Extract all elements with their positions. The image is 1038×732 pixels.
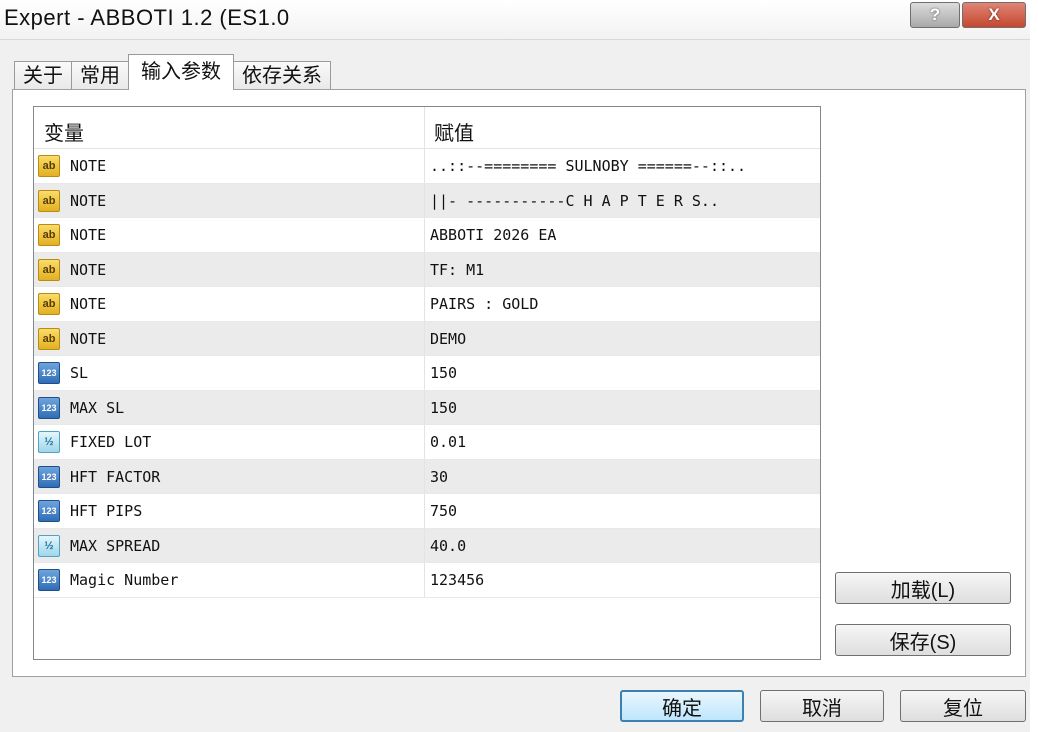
parameter-value[interactable]: 40.0 [430, 537, 816, 555]
column-divider [424, 528, 425, 562]
table-row[interactable]: ab NOTE PAIRS : GOLD [34, 287, 820, 322]
table-header: 变量 赋值 [34, 107, 820, 149]
string-param-icon: ab [38, 155, 60, 177]
window-title: Expert - ABBOTI 1.2 (ES1.0 [4, 5, 290, 30]
tab-common[interactable]: 常用 [71, 61, 129, 90]
parameter-name: Magic Number [70, 571, 179, 589]
table-row[interactable]: 123 SL 150 [34, 356, 820, 391]
column-divider [424, 356, 425, 390]
column-divider [424, 425, 425, 459]
parameter-name: NOTE [70, 295, 107, 313]
parameter-name: NOTE [70, 157, 107, 175]
integer-param-icon: 123 [38, 500, 60, 522]
integer-param-icon: 123 [38, 569, 60, 591]
parameter-name: MAX SPREAD [70, 536, 161, 555]
parameter-value[interactable]: PAIRS : GOLD [430, 295, 816, 313]
integer-param-icon: 123 [38, 465, 60, 488]
table-row[interactable]: 123 MAX SL 150 [34, 390, 820, 425]
parameter-name: HFT FACTOR [70, 467, 161, 486]
table-row[interactable]: ab NOTE ||- -----------C H A P T E R S.. [34, 183, 820, 218]
help-icon: ? [929, 5, 941, 24]
parameter-value[interactable]: 123456 [430, 571, 816, 589]
tab-about[interactable]: 关于 [14, 61, 72, 90]
column-divider[interactable] [424, 107, 425, 149]
table-row[interactable]: ½ MAX SPREAD 40.0 [34, 528, 820, 563]
table-row[interactable]: ½ FIXED LOT 0.01 [34, 425, 820, 460]
integer-param-icon: 123 [38, 396, 60, 419]
parameter-name: FIXED LOT [70, 433, 152, 451]
double-param-icon: ½ [38, 534, 60, 557]
double-param-icon: ½ [38, 431, 60, 453]
reset-button[interactable]: 复位 [900, 690, 1026, 722]
tab-inputs[interactable]: 输入参数 [128, 54, 234, 90]
parameters-table: 变量 赋值 ab NOTE ..::--======== SULNOBY =====… [33, 106, 821, 660]
column-divider [424, 321, 425, 355]
string-param-icon: ab [38, 293, 60, 315]
parameter-name: SL [70, 364, 89, 382]
table-row[interactable]: ab NOTE ABBOTI 2026 EA [34, 218, 820, 253]
parameter-name: HFT PIPS [70, 502, 143, 520]
expert-dialog: 关于 常用 输入参数 依存关系 变量 赋值 ab NOTE ..::--======… [0, 40, 1030, 732]
parameter-value[interactable]: ABBOTI 2026 EA [430, 226, 816, 244]
parameter-value[interactable]: 0.01 [430, 433, 816, 451]
parameter-value[interactable]: 750 [430, 502, 816, 520]
column-header-variable[interactable]: 变量 [44, 117, 84, 146]
column-divider [424, 563, 425, 597]
table-row[interactable]: ab NOTE ..::--======== SULNOBY ======--::.… [34, 149, 820, 184]
window-titlebar: Expert - ABBOTI 1.2 (ES1.0 ? X [0, 0, 1030, 40]
close-button[interactable]: X [962, 2, 1026, 28]
table-row[interactable]: ab NOTE DEMO [34, 321, 820, 356]
column-divider [424, 218, 425, 252]
string-param-icon: ab [38, 258, 60, 281]
load-button[interactable]: 加载(L) [835, 572, 1011, 604]
column-divider [424, 183, 425, 217]
parameter-name: NOTE [70, 260, 107, 279]
parameter-name: NOTE [70, 191, 107, 210]
close-icon: X [988, 5, 1000, 24]
integer-param-icon: 123 [38, 362, 60, 384]
ok-button[interactable]: 确定 [620, 690, 744, 722]
parameter-value[interactable]: ..::--======== SULNOBY ======--::.. [430, 157, 816, 175]
column-divider [424, 149, 425, 183]
table-row[interactable]: 123 Magic Number 123456 [34, 563, 820, 598]
tab-bar: 关于 常用 输入参数 依存关系 [14, 54, 331, 90]
tab-dependencies[interactable]: 依存关系 [233, 61, 331, 90]
string-param-icon: ab [38, 189, 60, 212]
parameter-value[interactable]: TF: M1 [430, 261, 816, 279]
column-header-value[interactable]: 赋值 [434, 117, 474, 146]
column-divider [424, 390, 425, 424]
parameter-value[interactable]: ||- -----------C H A P T E R S.. [430, 192, 816, 210]
parameter-name: NOTE [70, 226, 107, 244]
column-divider [424, 494, 425, 528]
parameter-name: MAX SL [70, 398, 125, 417]
parameter-name: NOTE [70, 329, 107, 348]
help-button[interactable]: ? [910, 2, 960, 28]
column-divider [424, 287, 425, 321]
parameter-value[interactable]: 150 [430, 364, 816, 382]
table-row[interactable]: 123 HFT PIPS 750 [34, 494, 820, 529]
parameter-value[interactable]: 30 [430, 468, 816, 486]
column-divider [424, 252, 425, 286]
column-divider [424, 459, 425, 493]
table-row[interactable]: 123 HFT FACTOR 30 [34, 459, 820, 494]
parameter-value[interactable]: 150 [430, 399, 816, 417]
string-param-icon: ab [38, 224, 60, 246]
inputs-panel: 变量 赋值 ab NOTE ..::--======== SULNOBY =====… [12, 89, 1026, 677]
table-row[interactable]: ab NOTE TF: M1 [34, 252, 820, 287]
cancel-button[interactable]: 取消 [760, 690, 884, 722]
save-button[interactable]: 保存(S) [835, 624, 1011, 656]
parameter-value[interactable]: DEMO [430, 330, 816, 348]
table-body: ab NOTE ..::--======== SULNOBY ======--::.… [34, 149, 820, 598]
string-param-icon: ab [38, 327, 60, 350]
